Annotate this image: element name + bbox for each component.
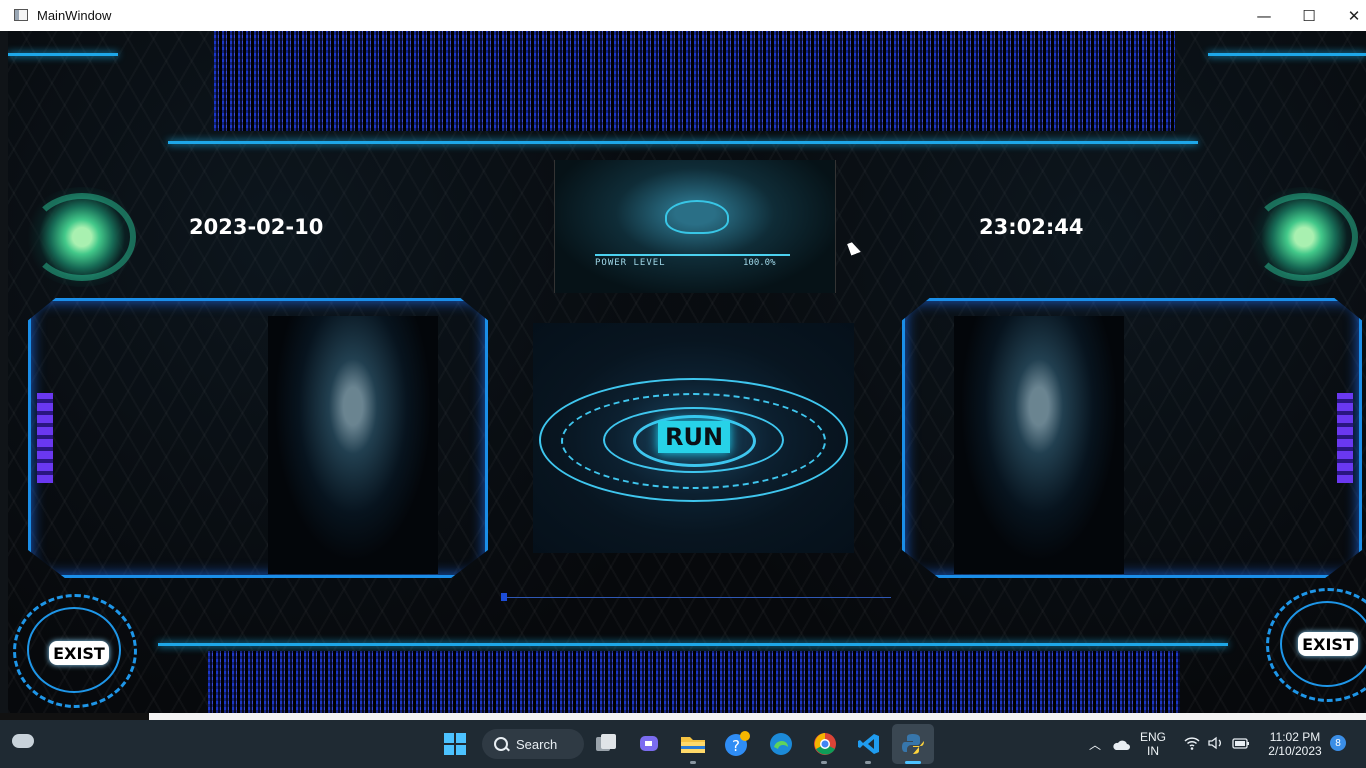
vscode-icon[interactable] <box>855 730 883 758</box>
exist-right-control: EXIST <box>1262 588 1366 704</box>
clock-time: 11:02 PM <box>1269 730 1321 744</box>
window-left-edge <box>0 31 8 713</box>
app-icon <box>14 9 28 21</box>
task-view-icon[interactable] <box>592 730 620 758</box>
battery-icon[interactable] <box>1232 736 1250 755</box>
panel-accent-bars <box>37 393 53 483</box>
matrix-code-banner-top <box>214 31 1175 131</box>
close-button[interactable]: ✕ <box>1331 0 1366 31</box>
python-icon <box>899 730 927 758</box>
frame-line <box>1208 53 1366 56</box>
wifi-icon[interactable] <box>1184 736 1200 755</box>
region-label: IN <box>1147 744 1159 758</box>
language-label: ENG <box>1140 730 1167 744</box>
window-title: MainWindow <box>37 8 112 23</box>
app-canvas: 2023-02-10 23:02:44 POWER LEVEL 100.0% R… <box>8 31 1366 713</box>
robot-figure-left-image <box>268 316 438 574</box>
progress-bar <box>501 593 891 601</box>
tips-icon[interactable]: ? <box>723 730 751 758</box>
minimize-button[interactable]: — <box>1241 0 1287 31</box>
running-indicator <box>690 761 696 764</box>
right-robot-panel <box>902 298 1362 578</box>
running-indicator <box>821 761 827 764</box>
robot-visor-icon <box>665 200 729 234</box>
maximize-button[interactable]: ☐ <box>1286 0 1332 31</box>
exist-right-button[interactable]: EXIST <box>1298 632 1358 656</box>
search-label: Search <box>516 736 558 752</box>
left-orb-icon <box>22 187 142 287</box>
run-hologram-area: RUN <box>533 323 854 553</box>
frame-line <box>8 53 118 56</box>
running-indicator <box>865 761 871 764</box>
chat-icon[interactable] <box>636 730 664 758</box>
power-level-bar <box>595 254 790 256</box>
left-robot-panel <box>28 298 488 578</box>
exist-left-control: EXIST <box>11 594 137 708</box>
progress-fill <box>501 593 507 601</box>
frame-line <box>158 643 1228 646</box>
date-display: 2023-02-10 <box>189 215 324 239</box>
file-explorer-icon[interactable] <box>679 730 707 758</box>
exist-left-button[interactable]: EXIST <box>49 641 109 665</box>
volume-icon[interactable] <box>1208 736 1224 755</box>
window-bottom-edge <box>0 713 149 720</box>
right-orb-icon <box>1244 187 1364 287</box>
frame-line <box>168 141 1198 144</box>
input-language[interactable]: ENG IN <box>1140 730 1166 758</box>
taskbar-clock[interactable]: 11:02 PM 2/10/2023 <box>1262 730 1328 758</box>
svg-text:?: ? <box>732 737 740 755</box>
search-icon <box>494 737 508 751</box>
taskbar: Search ? ︿ ENG IN 11:02 PM 2/10/2023 8 <box>0 720 1366 768</box>
robot-figure-right-image <box>954 316 1124 574</box>
show-hidden-icons[interactable]: ︿ <box>1089 736 1101 753</box>
power-level-label: POWER LEVEL <box>595 258 666 268</box>
notification-badge[interactable]: 8 <box>1330 735 1346 751</box>
weather-icon[interactable] <box>12 734 34 748</box>
robot-head-power-image: POWER LEVEL 100.0% <box>554 160 836 293</box>
run-button[interactable]: RUN <box>658 421 730 453</box>
matrix-code-banner-bottom <box>208 651 1180 713</box>
clock-date: 2/10/2023 <box>1268 744 1322 758</box>
start-icon[interactable] <box>441 730 469 758</box>
power-level-value: 100.0% <box>743 258 776 268</box>
mouse-cursor-icon <box>847 240 861 256</box>
onedrive-icon[interactable] <box>1112 738 1130 756</box>
edge-icon[interactable] <box>767 730 795 758</box>
python-taskbar-item[interactable] <box>892 724 934 764</box>
window-bottom-edge <box>149 713 1366 720</box>
panel-accent-bars <box>1337 393 1353 483</box>
taskbar-search-box[interactable]: Search <box>482 729 584 759</box>
active-indicator <box>905 761 921 764</box>
time-display: 23:02:44 <box>979 215 1084 239</box>
chrome-icon[interactable] <box>811 730 839 758</box>
window-titlebar: MainWindow — ☐ ✕ <box>0 0 1366 32</box>
